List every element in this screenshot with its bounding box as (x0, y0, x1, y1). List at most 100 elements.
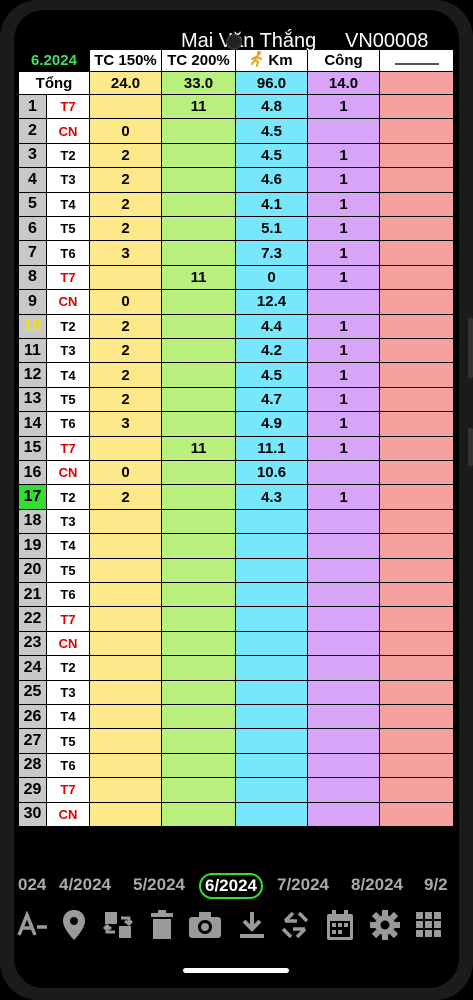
extra-cell[interactable] (380, 290, 454, 315)
day-number[interactable]: 15 (19, 436, 47, 461)
tc150-cell[interactable] (90, 802, 162, 827)
weekday[interactable]: CN (47, 290, 90, 315)
day-row[interactable]: 9 CN 0 12.4 (19, 290, 454, 315)
camera-icon[interactable] (188, 908, 222, 942)
day-number[interactable]: 8 (19, 265, 47, 291)
tc200-cell[interactable] (162, 143, 236, 169)
tc150-cell[interactable]: 2 (90, 387, 162, 413)
day-row[interactable]: 8 T7 11 0 1 (19, 265, 454, 291)
tc150-cell[interactable]: 0 (90, 119, 162, 144)
tc200-cell[interactable] (162, 534, 236, 559)
tc200-cell[interactable] (162, 680, 236, 705)
km-cell[interactable] (236, 753, 308, 779)
km-cell[interactable]: 5.1 (236, 217, 308, 242)
km-cell[interactable] (236, 802, 308, 827)
day-row[interactable]: 13 T5 2 4.7 1 (19, 387, 454, 413)
tc150-cell[interactable]: 2 (90, 217, 162, 242)
weekday[interactable]: T5 (47, 729, 90, 754)
km-cell[interactable] (236, 607, 308, 632)
cong-cell[interactable] (308, 607, 380, 632)
day-number[interactable]: 29 (19, 778, 47, 803)
day-number[interactable]: 12 (19, 363, 47, 388)
tc150-cell[interactable] (90, 534, 162, 559)
calendar-icon[interactable] (323, 908, 357, 942)
month-tab[interactable]: 7/2024 (277, 875, 329, 895)
weekday[interactable]: T3 (47, 680, 90, 705)
day-number[interactable]: 5 (19, 192, 47, 217)
day-number[interactable]: 26 (19, 705, 47, 730)
km-cell[interactable]: 10.6 (236, 461, 308, 486)
trash-icon[interactable] (145, 908, 179, 942)
day-row[interactable]: 17 T2 2 4.3 1 (19, 485, 454, 510)
cong-cell[interactable] (308, 534, 380, 559)
cong-cell[interactable]: 1 (308, 339, 380, 364)
extra-cell[interactable] (380, 607, 454, 632)
day-row[interactable]: 23 CN (19, 631, 454, 657)
extra-cell[interactable] (380, 436, 454, 461)
day-row[interactable]: 5 T4 2 4.1 1 (19, 192, 454, 217)
cong-cell[interactable] (308, 290, 380, 315)
weekday[interactable]: T4 (47, 363, 90, 388)
tc200-cell[interactable] (162, 729, 236, 754)
day-row[interactable]: 25 T3 (19, 680, 454, 705)
km-cell[interactable]: 4.5 (236, 143, 308, 169)
tc150-cell[interactable] (90, 778, 162, 803)
km-cell[interactable]: 12.4 (236, 290, 308, 315)
extra-cell[interactable] (380, 558, 454, 583)
km-cell[interactable] (236, 705, 308, 730)
km-cell[interactable]: 4.4 (236, 314, 308, 339)
tc150-cell[interactable]: 0 (90, 290, 162, 315)
day-row[interactable]: 21 T6 (19, 583, 454, 608)
extra-cell[interactable] (380, 119, 454, 144)
tc150-cell[interactable] (90, 558, 162, 583)
extra-cell[interactable] (380, 363, 454, 388)
cong-cell[interactable] (308, 729, 380, 754)
day-row[interactable]: 19 T4 (19, 534, 454, 559)
cong-cell[interactable]: 1 (308, 485, 380, 510)
cong-cell[interactable]: 1 (308, 241, 380, 266)
day-row[interactable]: 11 T3 2 4.2 1 (19, 339, 454, 364)
extra-cell[interactable] (380, 485, 454, 510)
tc150-cell[interactable]: 2 (90, 485, 162, 510)
day-number[interactable]: 7 (19, 241, 47, 266)
km-cell[interactable] (236, 534, 308, 559)
tc200-cell[interactable]: 11 (162, 436, 236, 461)
day-row[interactable]: 24 T2 (19, 656, 454, 681)
day-number[interactable]: 6 (19, 217, 47, 242)
day-number[interactable]: 1 (19, 95, 47, 120)
weekday[interactable]: T2 (47, 485, 90, 510)
tc150-cell[interactable]: 2 (90, 339, 162, 364)
tc150-cell[interactable]: 0 (90, 461, 162, 486)
km-cell[interactable]: 4.1 (236, 192, 308, 217)
cong-cell[interactable] (308, 680, 380, 705)
tc150-cell[interactable] (90, 705, 162, 730)
weekday[interactable]: T7 (47, 95, 90, 120)
tc200-cell[interactable] (162, 363, 236, 388)
tc200-cell[interactable] (162, 705, 236, 730)
day-number[interactable]: 23 (19, 631, 47, 657)
month-tab[interactable]: 9/2 (424, 875, 448, 895)
extra-cell[interactable] (380, 314, 454, 339)
extra-cell[interactable] (380, 802, 454, 827)
day-row[interactable]: 14 T6 3 4.9 1 (19, 412, 454, 437)
km-cell[interactable] (236, 558, 308, 583)
tc200-cell[interactable] (162, 656, 236, 681)
day-number[interactable]: 17 (19, 485, 47, 510)
day-row[interactable]: 12 T4 2 4.5 1 (19, 363, 454, 388)
day-number[interactable]: 30 (19, 802, 47, 827)
day-number[interactable]: 10 (19, 314, 47, 339)
day-row[interactable]: 27 T5 (19, 729, 454, 754)
tc150-cell[interactable] (90, 656, 162, 681)
download-icon[interactable] (235, 908, 269, 942)
tc200-cell[interactable]: 11 (162, 95, 236, 120)
tc200-cell[interactable] (162, 802, 236, 827)
day-number[interactable]: 14 (19, 412, 47, 437)
cong-cell[interactable] (308, 753, 380, 779)
cong-cell[interactable] (308, 778, 380, 803)
extra-cell[interactable] (380, 705, 454, 730)
cong-cell[interactable]: 1 (308, 387, 380, 413)
cong-cell[interactable]: 1 (308, 314, 380, 339)
weekday[interactable]: T2 (47, 314, 90, 339)
day-number[interactable]: 28 (19, 753, 47, 779)
km-cell[interactable]: 4.9 (236, 412, 308, 437)
